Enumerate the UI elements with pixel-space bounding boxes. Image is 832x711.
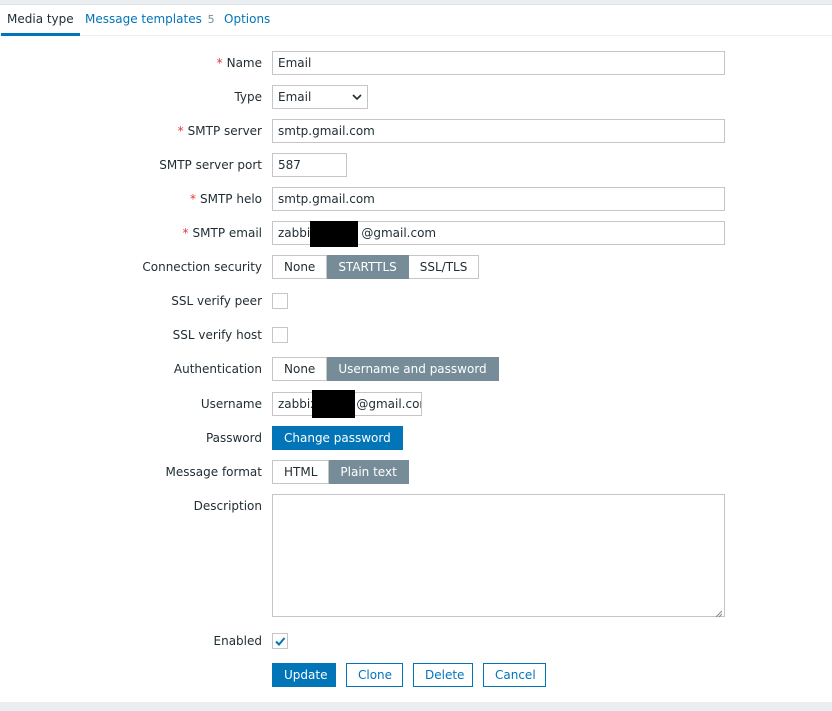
type-label: Type [234, 90, 262, 104]
cancel-button[interactable]: Cancel [483, 663, 546, 687]
chevron-down-icon [352, 90, 362, 112]
tab-label: Message templates [85, 12, 202, 26]
description-label: Description [193, 499, 262, 513]
redaction-box [312, 390, 355, 418]
tab-bar: Media type Message templates 5 Options [0, 5, 832, 36]
row-smtp-email: * SMTP email zabbix @gmail.com [0, 221, 832, 247]
username-label: Username [200, 397, 262, 411]
redaction-box [310, 221, 358, 247]
message-format-toggle: HTML Plain text [272, 460, 409, 484]
smtp-port-field[interactable]: 587 [272, 153, 347, 177]
authentication-label: Authentication [173, 362, 262, 376]
resize-handle-icon[interactable] [715, 607, 723, 621]
row-smtp-helo: * SMTP helo smtp.gmail.com [0, 187, 832, 211]
ssl-verify-peer-checkbox[interactable] [272, 293, 288, 309]
message-format-html[interactable]: HTML [272, 460, 330, 484]
tab-media-type[interactable]: Media type [1, 5, 80, 36]
row-name: * Name Email [0, 51, 832, 75]
smtp-port-label: SMTP server port [159, 158, 262, 172]
delete-button[interactable]: Delete [413, 663, 473, 687]
username-suffix: @gmail.cor [356, 397, 422, 411]
smtp-server-label: * SMTP server [177, 124, 262, 138]
connection-security-starttls[interactable]: STARTTLS [327, 255, 409, 279]
ssl-verify-peer-label: SSL verify peer [171, 294, 262, 308]
clone-button[interactable]: Clone [346, 663, 403, 687]
row-ssl-verify-peer: SSL verify peer [0, 289, 832, 313]
row-enabled: Enabled [0, 629, 832, 653]
row-password: Password Change password [0, 426, 832, 450]
connection-security-ssl-tls[interactable]: SSL/TLS [408, 255, 480, 279]
enabled-checkbox[interactable] [272, 633, 288, 649]
authentication-toggle: None Username and password [272, 357, 499, 381]
ssl-verify-host-checkbox[interactable] [272, 327, 288, 343]
update-button[interactable]: Update [272, 663, 336, 687]
row-description: Description [0, 494, 832, 618]
row-message-format: Message format HTML Plain text [0, 460, 832, 484]
smtp-helo-field[interactable]: smtp.gmail.com [272, 187, 725, 211]
checkmark-icon [275, 637, 286, 646]
type-select-value: Email [278, 90, 312, 104]
ssl-verify-host-label: SSL verify host [172, 328, 262, 342]
smtp-email-suffix: @gmail.com [361, 226, 437, 240]
smtp-email-label: * SMTP email [182, 226, 262, 240]
tab-message-templates[interactable]: Message templates 5 [79, 5, 221, 36]
row-ssl-verify-host: SSL verify host [0, 323, 832, 347]
smtp-server-field[interactable]: smtp.gmail.com [272, 119, 725, 143]
enabled-label: Enabled [213, 634, 263, 648]
authentication-none[interactable]: None [272, 357, 328, 381]
tab-options[interactable]: Options [218, 5, 276, 36]
connection-security-none[interactable]: None [272, 255, 328, 279]
message-format-label: Message format [165, 465, 262, 479]
tab-label: Media type [7, 12, 74, 26]
row-authentication: Authentication None Username and passwor… [0, 357, 832, 381]
type-select[interactable]: Email [272, 85, 368, 109]
tab-count-badge: 5 [207, 13, 215, 26]
row-type: Type Email [0, 85, 832, 109]
change-password-button[interactable]: Change password [272, 426, 403, 450]
row-username: Username zabbix @gmail.cor [0, 390, 832, 418]
description-textarea[interactable] [272, 494, 725, 617]
name-field[interactable]: Email [272, 51, 725, 75]
connection-security-label: Connection security [142, 260, 262, 274]
row-connection-security: Connection security None STARTTLS SSL/TL… [0, 255, 832, 279]
name-label: * Name [216, 56, 262, 70]
message-format-plain-text[interactable]: Plain text [329, 460, 409, 484]
connection-security-toggle: None STARTTLS SSL/TLS [272, 255, 480, 279]
row-smtp-server: * SMTP server smtp.gmail.com [0, 119, 832, 143]
media-type-form-panel: Media type Message templates 5 Options *… [0, 4, 832, 702]
row-smtp-port: SMTP server port 587 [0, 153, 832, 177]
password-label: Password [205, 431, 262, 445]
smtp-helo-label: * SMTP helo [189, 192, 262, 206]
tab-label: Options [224, 12, 271, 26]
authentication-username-password[interactable]: Username and password [327, 357, 499, 381]
